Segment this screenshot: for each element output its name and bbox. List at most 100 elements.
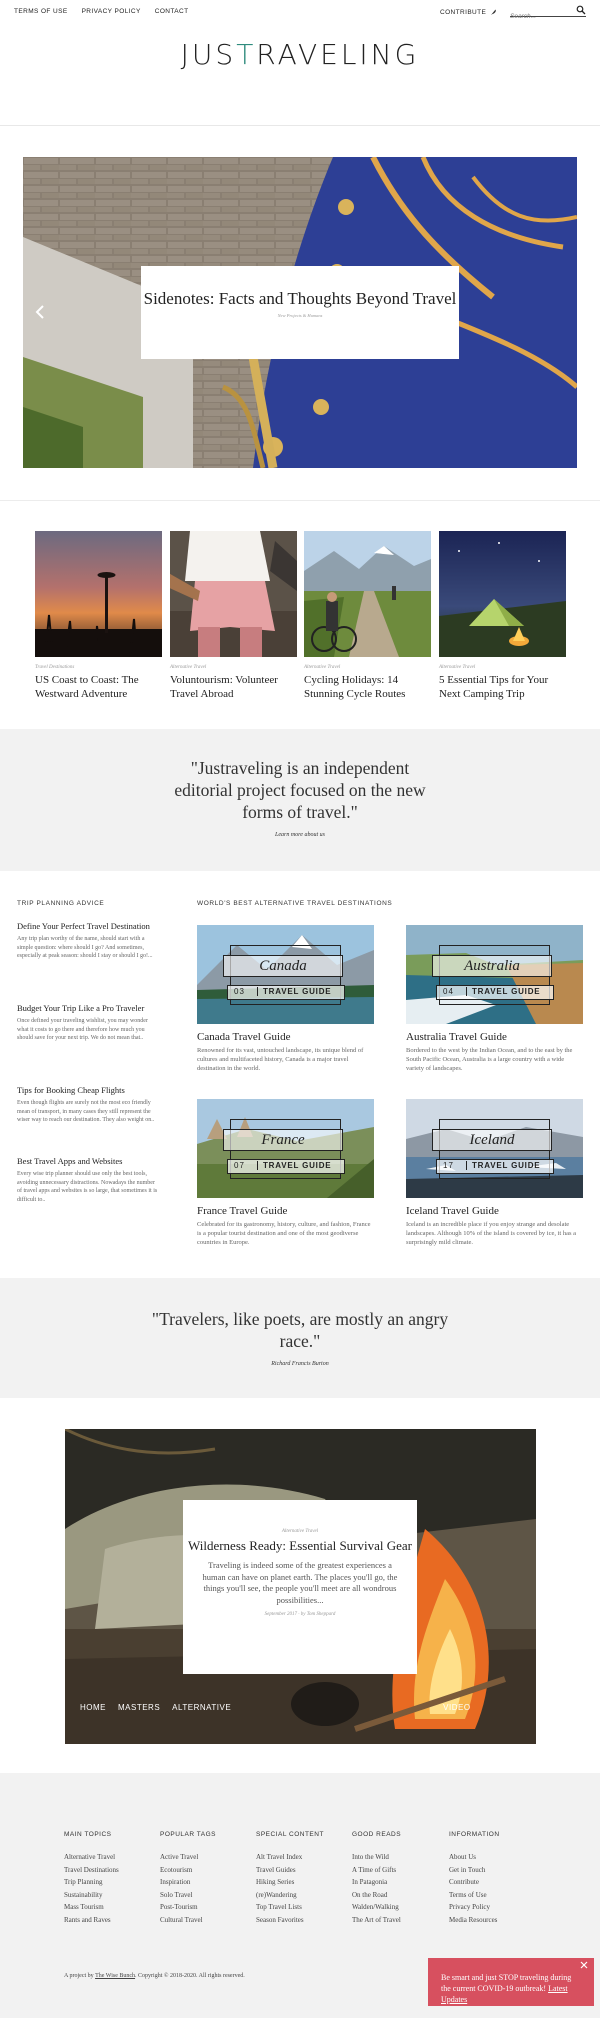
search-icon[interactable] xyxy=(576,5,586,15)
feature-title[interactable]: Wilderness Ready: Essential Survival Gea… xyxy=(183,1538,417,1554)
advice-item[interactable]: Define Your Perfect Travel Destination A… xyxy=(17,921,159,961)
post-category[interactable]: Travel Destinations xyxy=(35,665,162,670)
feature-meta: September 2017 · by Tom Sheppard xyxy=(264,1612,336,1617)
post-card[interactable]: Alternative Travel 5 Essential Tips for … xyxy=(439,531,566,701)
contribute-link[interactable]: CONTRIBUTE xyxy=(440,8,497,16)
nav-privacy-link[interactable]: PRIVACY POLICY xyxy=(82,8,141,15)
post-title[interactable]: Cycling Holidays: 14 Stunning Cycle Rout… xyxy=(304,673,431,701)
advice-title[interactable]: Define Your Perfect Travel Destination xyxy=(17,921,159,932)
footer-link[interactable]: Media Resources xyxy=(449,1914,539,1927)
tab-home[interactable]: HOME xyxy=(80,1703,106,1712)
post-category[interactable]: Alternative Travel xyxy=(170,665,297,670)
guide-number: 03 xyxy=(234,987,245,996)
footer-link[interactable]: Walden/Walking xyxy=(352,1901,442,1914)
post-category[interactable]: Alternative Travel xyxy=(304,665,431,670)
logo-text-right: RAVELING xyxy=(256,38,420,71)
footer-link[interactable]: Inspiration xyxy=(160,1876,250,1889)
destination-title[interactable]: Iceland Travel Guide xyxy=(406,1205,583,1217)
advice-desc: Once defined your traveling wishlist, yo… xyxy=(17,1018,148,1041)
footer-link[interactable]: Travel Guides xyxy=(256,1864,346,1877)
footer-link[interactable]: Contribute xyxy=(449,1876,539,1889)
destination-card[interactable]: Canada 03 TRAVEL GUIDE Canada Travel Gui… xyxy=(197,925,374,1073)
guide-label: TRAVEL GUIDE xyxy=(466,987,540,996)
feature-category[interactable]: Alternative Travel xyxy=(183,1529,417,1534)
tab-alternative[interactable]: ALTERNATIVE xyxy=(172,1703,231,1712)
close-icon[interactable] xyxy=(580,1961,588,1969)
footer-column: INFORMATION About Us Get in Touch Contri… xyxy=(449,1831,539,1926)
destination-card[interactable]: France 07 TRAVEL GUIDE France Travel Gui… xyxy=(197,1099,374,1247)
footer-link[interactable]: Sustainability xyxy=(64,1889,154,1902)
destination-title[interactable]: Canada Travel Guide xyxy=(197,1031,374,1043)
destination-image[interactable]: Iceland 17 TRAVEL GUIDE xyxy=(406,1099,583,1198)
footer-link[interactable]: Travel Destinations xyxy=(64,1864,154,1877)
hero-title[interactable]: Sidenotes: Facts and Thoughts Beyond Tra… xyxy=(141,288,459,309)
advice-item[interactable]: Tips for Booking Cheap Flights Even thou… xyxy=(17,1085,159,1125)
footer-link[interactable]: Ecotourism xyxy=(160,1864,250,1877)
destination-image[interactable]: France 07 TRAVEL GUIDE xyxy=(197,1099,374,1198)
destination-title[interactable]: France Travel Guide xyxy=(197,1205,374,1217)
guide-bar: 04 TRAVEL GUIDE xyxy=(436,985,554,1000)
destination-image[interactable]: Australia 04 TRAVEL GUIDE xyxy=(406,925,583,1024)
post-image[interactable] xyxy=(439,531,566,657)
tab-masters[interactable]: MASTERS xyxy=(118,1703,160,1712)
advice-item[interactable]: Best Travel Apps and Websites Every wise… xyxy=(17,1156,159,1204)
destination-title[interactable]: Australia Travel Guide xyxy=(406,1031,583,1043)
tab-video[interactable]: VIDEO xyxy=(443,1703,470,1712)
footer-link[interactable]: Season Favorites xyxy=(256,1914,346,1927)
post-image[interactable] xyxy=(170,531,297,657)
footer-link[interactable]: Alternative Travel xyxy=(64,1851,154,1864)
destination-card[interactable]: Australia 04 TRAVEL GUIDE Australia Trav… xyxy=(406,925,583,1073)
post-title[interactable]: 5 Essential Tips for Your Next Camping T… xyxy=(439,673,566,701)
footer-heading: GOOD READS xyxy=(352,1831,402,1838)
quote-band: "Travelers, like poets, are mostly an an… xyxy=(0,1278,600,1398)
advice-item[interactable]: Budget Your Trip Like a Pro Traveler Onc… xyxy=(17,1003,159,1043)
guide-name: Canada xyxy=(223,955,343,977)
nav-terms-link[interactable]: TERMS OF USE xyxy=(14,8,68,15)
feature-card[interactable]: Alternative Travel Wilderness Ready: Ess… xyxy=(183,1500,417,1674)
nav-contact-link[interactable]: CONTACT xyxy=(155,8,189,15)
post-image[interactable] xyxy=(35,531,162,657)
post-category[interactable]: Alternative Travel xyxy=(439,665,566,670)
footer-link[interactable]: About Us xyxy=(449,1851,539,1864)
post-image[interactable] xyxy=(304,531,431,657)
guide-bar: 03 TRAVEL GUIDE xyxy=(227,985,345,1000)
post-card[interactable]: Alternative Travel Cycling Holidays: 14 … xyxy=(304,531,431,701)
footer-link[interactable]: Top Travel Lists xyxy=(256,1901,346,1914)
footer-link[interactable]: On the Road xyxy=(352,1889,442,1902)
post-title[interactable]: US Coast to Coast: The Westward Adventur… xyxy=(35,673,162,701)
footer-link[interactable]: Solo Travel xyxy=(160,1889,250,1902)
footer-link[interactable]: Cultural Travel xyxy=(160,1914,250,1927)
footer-link[interactable]: Privacy Policy xyxy=(449,1901,539,1914)
footer-link[interactable]: Post-Tourism xyxy=(160,1901,250,1914)
footer-link[interactable]: Hiking Series xyxy=(256,1876,346,1889)
destination-card[interactable]: Iceland 17 TRAVEL GUIDE Iceland Travel G… xyxy=(406,1099,583,1247)
advice-title[interactable]: Best Travel Apps and Websites xyxy=(17,1156,159,1167)
destination-image[interactable]: Canada 03 TRAVEL GUIDE xyxy=(197,925,374,1024)
hero-card[interactable]: Sidenotes: Facts and Thoughts Beyond Tra… xyxy=(141,266,459,359)
footer-link[interactable]: Active Travel xyxy=(160,1851,250,1864)
guide-label: TRAVEL GUIDE xyxy=(257,987,331,996)
footer-link[interactable]: Mass Tourism xyxy=(64,1901,154,1914)
footer-link[interactable]: A Time of Gifts xyxy=(352,1864,442,1877)
footer-link[interactable]: (re)Wandering xyxy=(256,1889,346,1902)
footer-link[interactable]: The Art of Travel xyxy=(352,1914,442,1927)
footer-link[interactable]: Into the Wild xyxy=(352,1851,442,1864)
footer-link[interactable]: Trip Planning xyxy=(64,1876,154,1889)
post-card[interactable]: Travel Destinations US Coast to Coast: T… xyxy=(35,531,162,701)
advice-title[interactable]: Tips for Booking Cheap Flights xyxy=(17,1085,159,1096)
quote-author: Richard Francis Burton xyxy=(271,1361,329,1367)
site-logo[interactable]: JUSTRAVELING xyxy=(0,38,600,71)
footer-link[interactable]: Alt Travel Index xyxy=(256,1851,346,1864)
footer-link[interactable]: Terms of Use xyxy=(449,1889,539,1902)
footer-link[interactable]: In Patagonia xyxy=(352,1876,442,1889)
advice-title[interactable]: Budget Your Trip Like a Pro Traveler xyxy=(17,1003,159,1014)
footer-link[interactable]: Get in Touch xyxy=(449,1864,539,1877)
search-input[interactable] xyxy=(510,11,572,22)
post-title[interactable]: Voluntourism: Volunteer Travel Abroad xyxy=(170,673,297,701)
footer-link[interactable]: Rants and Raves xyxy=(64,1914,154,1927)
slider-prev-icon[interactable] xyxy=(34,304,46,320)
about-link[interactable]: Learn more about us xyxy=(275,832,325,838)
credit-link[interactable]: The Wise Bunch xyxy=(95,1973,135,1979)
post-card[interactable]: Alternative Travel Voluntourism: Volunte… xyxy=(170,531,297,701)
footer-column: GOOD READS Into the Wild A Time of Gifts… xyxy=(352,1831,442,1926)
